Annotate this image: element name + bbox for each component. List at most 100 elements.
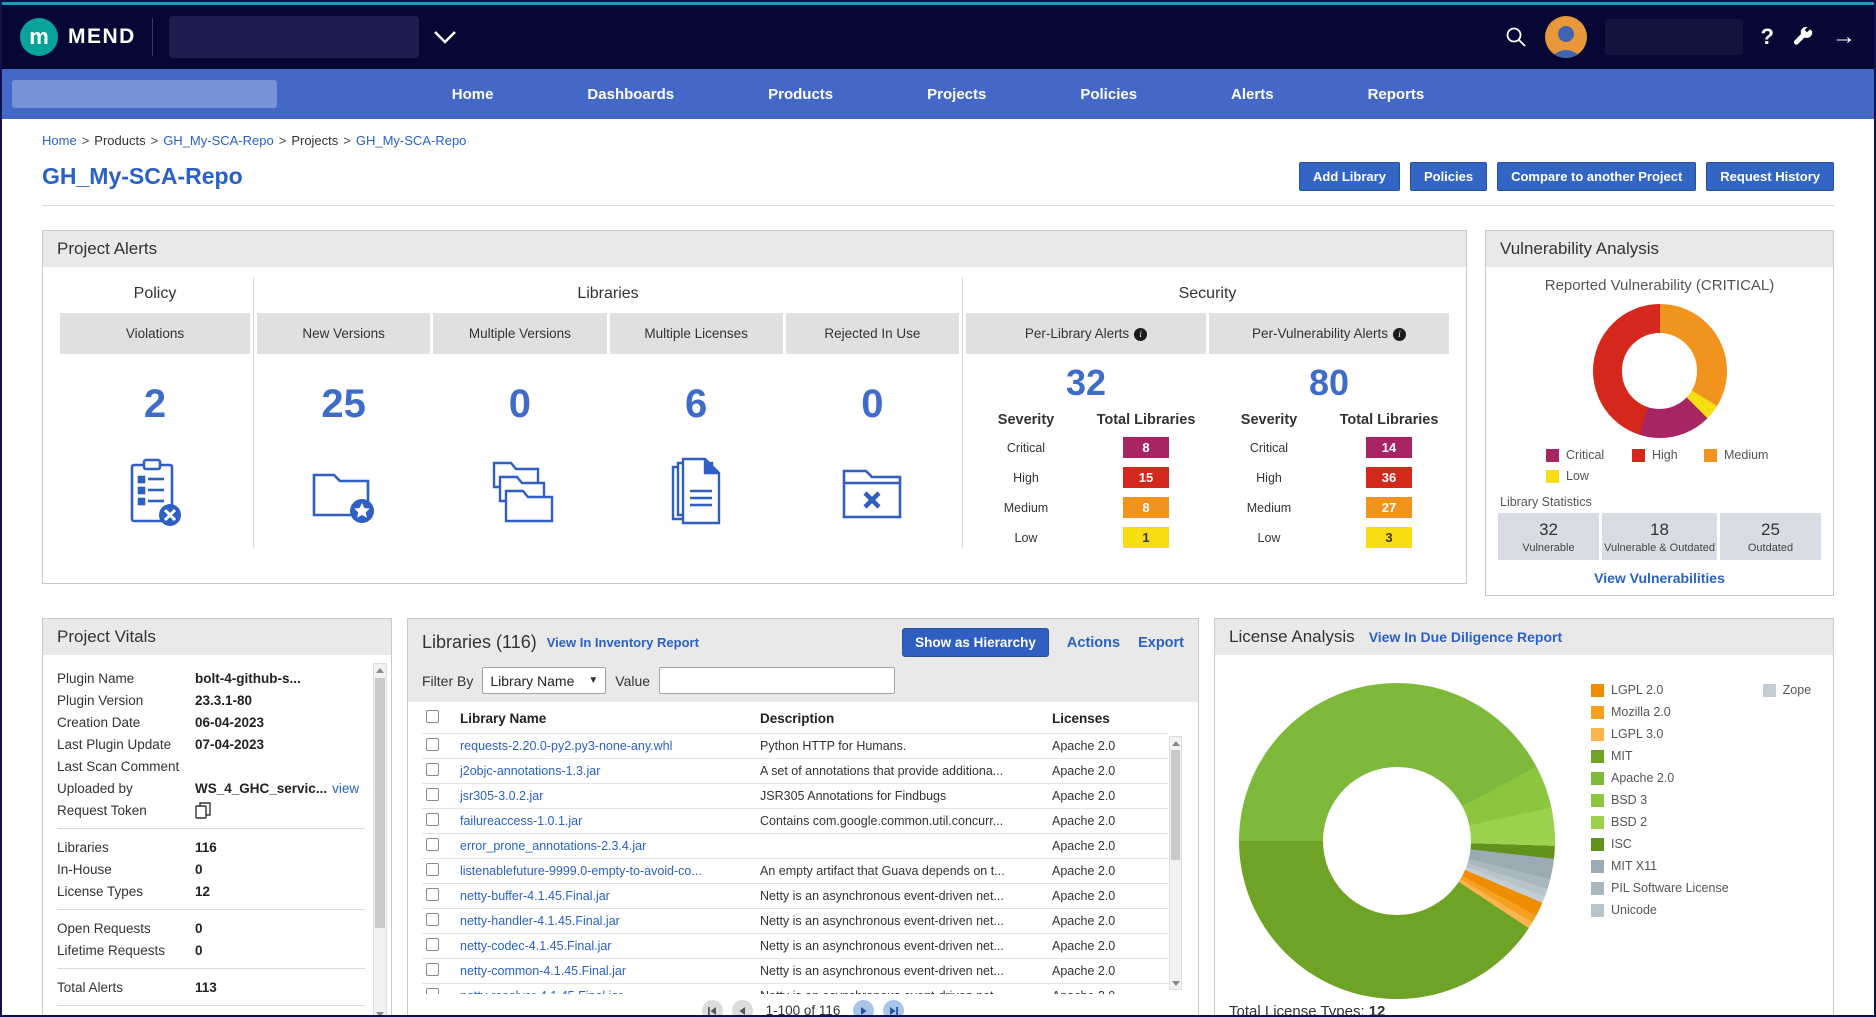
high-badge[interactable]: 36 (1366, 467, 1412, 488)
next-page-button[interactable] (853, 1000, 874, 1017)
per-library-alerts-header: Per-Library Alertsi (966, 313, 1206, 354)
violations-count[interactable]: 2 (60, 382, 250, 427)
mozilla2-swatch (1591, 706, 1604, 719)
library-link[interactable]: netty-resolver-4.1.45.Final.jar (460, 989, 623, 994)
scroll-up-icon[interactable] (1170, 737, 1181, 749)
nav-item-reports[interactable]: Reports (1321, 86, 1472, 103)
row-checkbox[interactable] (426, 813, 439, 826)
row-checkbox[interactable] (426, 788, 439, 801)
critical-badge[interactable]: 8 (1123, 437, 1169, 458)
multiple-licenses-count[interactable]: 6 (610, 382, 783, 427)
row-checkbox[interactable] (426, 738, 439, 751)
row-checkbox[interactable] (426, 888, 439, 901)
scroll-up-icon[interactable] (374, 664, 386, 676)
breadcrumb-project-name[interactable]: GH_My-SCA-Repo (356, 133, 467, 148)
library-link[interactable]: error_prone_annotations-2.3.4.jar (460, 839, 646, 853)
per-vulnerability-total[interactable]: 80 (1209, 362, 1449, 404)
libraries-panel: Libraries (116) View In Inventory Report… (407, 618, 1199, 1017)
lgpl2-swatch (1591, 684, 1604, 697)
app-window: m MEND ? → Home Dashboards (0, 0, 1876, 1017)
nav-context-label (12, 80, 277, 108)
low-badge[interactable]: 3 (1366, 527, 1412, 548)
compare-project-button[interactable]: Compare to another Project (1497, 162, 1696, 191)
row-checkbox[interactable] (426, 988, 439, 994)
divider (57, 909, 365, 910)
table-scrollbar[interactable] (1169, 736, 1182, 990)
page-title: GH_My-SCA-Repo (42, 163, 243, 190)
rejected-in-use-count[interactable]: 0 (786, 382, 959, 427)
medium-badge[interactable]: 27 (1366, 497, 1412, 518)
copy-token-icon[interactable] (195, 802, 211, 819)
nav-item-products[interactable]: Products (721, 86, 880, 103)
isc-swatch (1591, 838, 1604, 851)
row-checkbox[interactable] (426, 763, 439, 776)
add-library-button[interactable]: Add Library (1299, 162, 1400, 191)
library-link[interactable]: jsr305-3.0.2.jar (460, 789, 543, 803)
admin-wrench-icon[interactable] (1792, 26, 1814, 48)
nav-item-projects[interactable]: Projects (880, 86, 1033, 103)
library-statistics-label: Library Statistics (1500, 495, 1821, 509)
organization-selector[interactable] (169, 16, 419, 58)
high-badge[interactable]: 15 (1123, 467, 1169, 488)
logout-icon[interactable]: → (1832, 23, 1856, 51)
first-page-button[interactable] (702, 1000, 723, 1017)
nav-item-alerts[interactable]: Alerts (1184, 86, 1321, 103)
per-library-total[interactable]: 32 (966, 362, 1206, 404)
nav-item-dashboards[interactable]: Dashboards (540, 86, 721, 103)
bsd2-swatch (1591, 816, 1604, 829)
select-all-checkbox[interactable] (426, 710, 439, 723)
critical-badge[interactable]: 14 (1366, 437, 1412, 458)
vulnerability-legend: Critical High Medium Low (1546, 448, 1821, 483)
chevron-down-icon[interactable] (433, 30, 457, 44)
library-link[interactable]: netty-common-4.1.45.Final.jar (460, 964, 626, 978)
high-swatch (1632, 449, 1645, 462)
nav-item-home[interactable]: Home (405, 86, 541, 103)
mend-logo[interactable]: m MEND (20, 18, 136, 56)
new-versions-count[interactable]: 25 (257, 382, 430, 427)
vitals-scrollbar[interactable] (373, 663, 387, 1017)
avatar[interactable] (1545, 16, 1587, 58)
vulnerability-donut-chart (1593, 304, 1727, 438)
prev-page-button[interactable] (732, 1000, 753, 1017)
info-icon[interactable]: i (1134, 328, 1147, 341)
row-checkbox[interactable] (426, 863, 439, 876)
info-icon[interactable]: i (1393, 328, 1406, 341)
library-link[interactable]: netty-codec-4.1.45.Final.jar (460, 939, 611, 953)
row-checkbox[interactable] (426, 838, 439, 851)
zope-swatch (1763, 684, 1776, 697)
breadcrumb-home[interactable]: Home (42, 133, 77, 148)
library-link[interactable]: netty-handler-4.1.45.Final.jar (460, 914, 620, 928)
breadcrumb-product-name[interactable]: GH_My-SCA-Repo (163, 133, 274, 148)
scroll-down-icon[interactable] (374, 1008, 386, 1017)
show-as-hierarchy-button[interactable]: Show as Hierarchy (902, 628, 1049, 657)
last-page-button[interactable] (883, 1000, 904, 1017)
help-icon[interactable]: ? (1761, 24, 1774, 50)
row-checkbox[interactable] (426, 938, 439, 951)
medium-badge[interactable]: 8 (1123, 497, 1169, 518)
library-link[interactable]: requests-2.20.0-py2.py3-none-any.whl (460, 739, 672, 753)
filter-value-input[interactable] (659, 667, 895, 694)
library-link[interactable]: j2objc-annotations-1.3.jar (460, 764, 600, 778)
rejected-folder-x-icon (786, 457, 959, 527)
filter-field-select[interactable]: Library Name▼ (482, 667, 606, 694)
export-link[interactable]: Export (1138, 635, 1184, 651)
library-link[interactable]: netty-buffer-4.1.45.Final.jar (460, 889, 610, 903)
uploaded-by-view-link[interactable]: view (332, 781, 359, 796)
due-diligence-report-link[interactable]: View In Due Diligence Report (1369, 629, 1562, 645)
actions-link[interactable]: Actions (1067, 635, 1120, 651)
nav-item-policies[interactable]: Policies (1033, 86, 1184, 103)
search-icon[interactable] (1505, 26, 1527, 48)
view-inventory-report-link[interactable]: View In Inventory Report (547, 635, 699, 650)
row-checkbox[interactable] (426, 913, 439, 926)
multiple-versions-count[interactable]: 0 (433, 382, 606, 427)
apache2-swatch (1591, 772, 1604, 785)
policies-button[interactable]: Policies (1410, 162, 1487, 191)
library-link[interactable]: listenablefuture-9999.0-empty-to-avoid-c… (460, 864, 702, 878)
row-checkbox[interactable] (426, 963, 439, 976)
view-vulnerabilities-link[interactable]: View Vulnerabilities (1594, 570, 1725, 586)
library-link[interactable]: failureaccess-1.0.1.jar (460, 814, 582, 828)
table-row: netty-handler-4.1.45.Final.jarNetty is a… (422, 909, 1168, 934)
low-badge[interactable]: 1 (1123, 527, 1169, 548)
request-history-button[interactable]: Request History (1706, 162, 1834, 191)
scroll-down-icon[interactable] (1170, 977, 1181, 989)
